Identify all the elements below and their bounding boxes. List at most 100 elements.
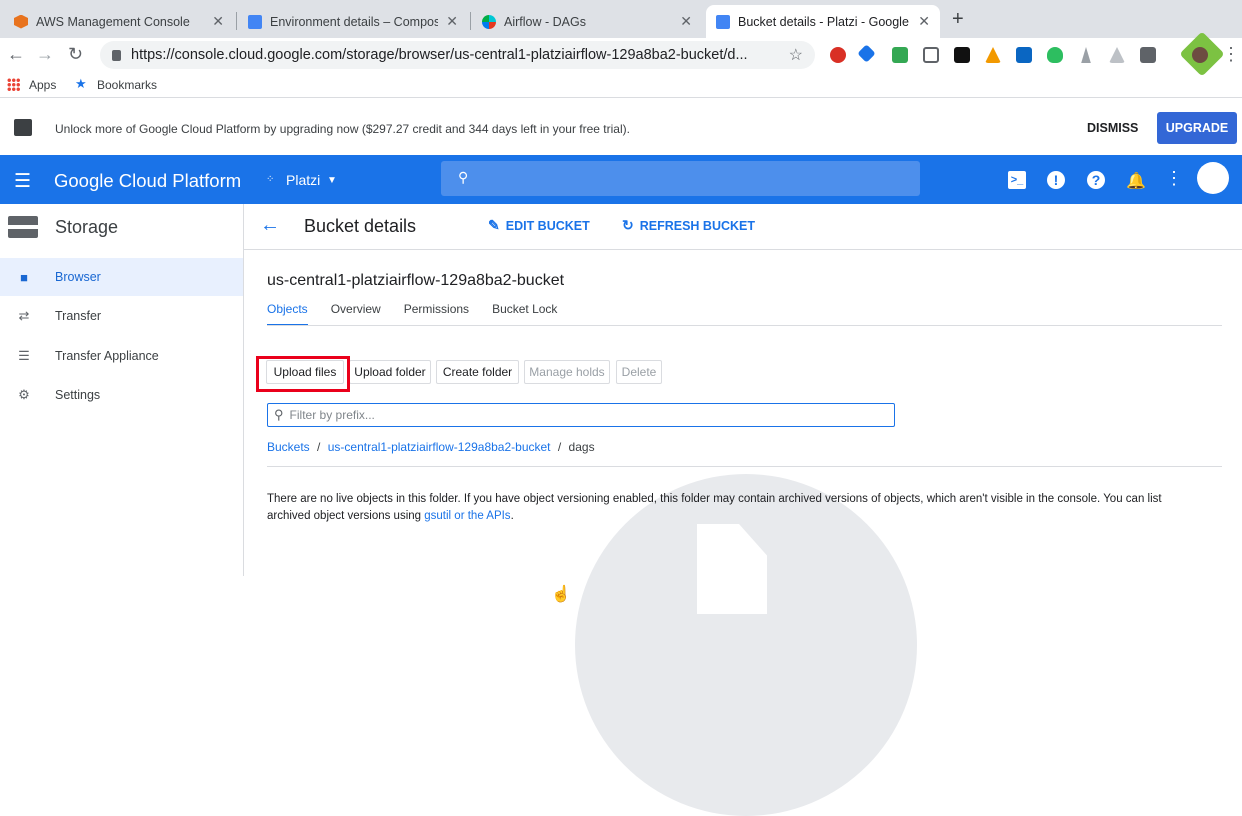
divider bbox=[267, 325, 1222, 326]
browser-tab-airflow[interactable]: Airflow - DAGs ✕ bbox=[472, 5, 702, 38]
browser-tab-strip: AWS Management Console ✕ Environment det… bbox=[0, 0, 1242, 38]
empty-message: There are no live objects in this folder… bbox=[267, 493, 1162, 522]
cloud-shell-icon[interactable]: >_ bbox=[1008, 171, 1026, 189]
browser-toolbar: ← → ↻ https://console.cloud.google.com/s… bbox=[0, 31, 1242, 77]
empty-state-illustration bbox=[575, 474, 917, 816]
back-icon[interactable]: ← bbox=[7, 44, 25, 65]
breadcrumb: Buckets / us-central1-platziairflow-129a… bbox=[267, 440, 595, 454]
account-avatar[interactable] bbox=[1197, 162, 1229, 194]
highlight-box bbox=[256, 356, 350, 392]
manage-holds-button[interactable]: Manage holds bbox=[524, 360, 610, 384]
delete-button[interactable]: Delete bbox=[616, 360, 662, 384]
bucket-icon: ■ bbox=[20, 269, 28, 285]
apps-bookmark[interactable]: Apps bbox=[29, 78, 56, 92]
menu-dots-icon[interactable]: ⋮ bbox=[1222, 44, 1240, 65]
hamburger-menu-icon[interactable]: ☰ bbox=[14, 170, 31, 193]
project-selector[interactable]: Platzi bbox=[286, 172, 320, 188]
bookmark-star-icon[interactable]: ☆ bbox=[789, 45, 803, 65]
search-icon: ⚲ bbox=[274, 407, 284, 422]
avatar[interactable] bbox=[1192, 47, 1208, 63]
browser-tab-aws[interactable]: AWS Management Console ✕ bbox=[4, 5, 234, 38]
tab-divider bbox=[470, 12, 471, 30]
gsutil-link[interactable]: gsutil or the APIs bbox=[424, 510, 510, 522]
close-tab-icon[interactable]: ✕ bbox=[680, 13, 692, 30]
back-arrow-icon[interactable]: ← bbox=[260, 214, 280, 237]
tab-bucket-lock[interactable]: Bucket Lock bbox=[492, 302, 557, 326]
refresh-bucket-button[interactable]: ↻ REFRESH BUCKET bbox=[622, 217, 755, 234]
bookmarks-bar: Apps ★ Bookmarks bbox=[0, 72, 1242, 98]
tab-permissions[interactable]: Permissions bbox=[404, 302, 469, 326]
filter-input[interactable]: ⚲ Filter by prefix... bbox=[267, 403, 895, 427]
close-tab-icon[interactable]: ✕ bbox=[212, 13, 224, 30]
page-title: Bucket details bbox=[304, 216, 417, 236]
gear-icon: ⚙ bbox=[18, 387, 30, 402]
help-icon[interactable]: ? bbox=[1087, 171, 1105, 189]
extension-icon[interactable] bbox=[857, 44, 876, 63]
sidebar: Storage ■ Browser ⇄ Transfer ☰ Transfer … bbox=[0, 204, 244, 576]
tab-overview[interactable]: Overview bbox=[331, 302, 381, 326]
search-icon: ⚲ bbox=[458, 169, 469, 185]
reload-icon[interactable]: ↻ bbox=[68, 44, 83, 65]
list-icon: ☰ bbox=[18, 348, 30, 363]
extension-icon[interactable] bbox=[985, 47, 1001, 63]
search-bar[interactable]: ⚲ bbox=[441, 161, 920, 196]
more-vert-icon[interactable]: ⋮ bbox=[1165, 168, 1183, 188]
star-icon: ★ bbox=[75, 76, 87, 91]
airflow-icon bbox=[482, 14, 496, 29]
tab-divider bbox=[236, 12, 237, 30]
edit-bucket-button[interactable]: ✎ EDIT BUCKET bbox=[488, 217, 590, 234]
chevron-down-icon[interactable]: ▼ bbox=[327, 175, 337, 186]
sidebar-item-settings[interactable]: ⚙ Settings bbox=[0, 376, 243, 414]
pencil-icon: ✎ bbox=[488, 217, 500, 233]
main-content: ← Bucket details ✎ EDIT BUCKET ↻ REFRESH… bbox=[244, 204, 1242, 816]
notifications-alert-icon[interactable]: ! bbox=[1047, 171, 1065, 189]
address-bar[interactable]: https://console.cloud.google.com/storage… bbox=[100, 41, 815, 69]
extension-icon[interactable] bbox=[954, 47, 970, 63]
transfer-icon: ⇄ bbox=[18, 308, 30, 323]
banner-message: Unlock more of Google Cloud Platform by … bbox=[55, 122, 630, 136]
breadcrumb-folder: dags bbox=[568, 440, 595, 454]
composer-icon bbox=[248, 14, 262, 29]
create-folder-button[interactable]: Create folder bbox=[436, 360, 519, 384]
shield-icon[interactable] bbox=[923, 47, 939, 63]
forward-icon[interactable]: → bbox=[36, 44, 54, 65]
aws-icon bbox=[14, 14, 28, 29]
sidebar-item-browser[interactable]: ■ Browser bbox=[0, 258, 243, 296]
upgrade-button[interactable]: UPGRADE bbox=[1157, 112, 1237, 144]
evernote-icon[interactable] bbox=[1047, 47, 1063, 63]
facebook-icon[interactable] bbox=[1140, 47, 1156, 63]
gcp-header: ☰ Google Cloud Platform ⁘ Platzi ▼ ⚲ >_ … bbox=[0, 155, 1242, 204]
gift-icon bbox=[14, 119, 32, 136]
gcp-brand[interactable]: Google Cloud Platform bbox=[54, 170, 241, 192]
browser-tab-composer[interactable]: Environment details – Composer ✕ bbox=[238, 5, 468, 38]
close-tab-icon[interactable]: ✕ bbox=[446, 13, 458, 30]
linkedin-icon[interactable] bbox=[1016, 47, 1032, 63]
extension-icon[interactable] bbox=[1109, 47, 1125, 63]
bell-icon[interactable]: 🔔 bbox=[1126, 171, 1146, 190]
breadcrumb-bucket[interactable]: us-central1-platziairflow-129a8ba2-bucke… bbox=[328, 440, 551, 454]
dismiss-button[interactable]: DISMISS bbox=[1087, 121, 1138, 135]
project-dots-icon: ⁘ bbox=[266, 174, 275, 185]
tab-objects[interactable]: Objects bbox=[267, 302, 308, 326]
upgrade-banner: Unlock more of Google Cloud Platform by … bbox=[0, 99, 1242, 155]
upload-folder-button[interactable]: Upload folder bbox=[349, 360, 431, 384]
refresh-icon: ↻ bbox=[622, 217, 634, 233]
sidebar-item-transfer[interactable]: ⇄ Transfer bbox=[0, 297, 243, 335]
browser-tab-bucket-details[interactable]: Bucket details - Platzi - Google Cloud P… bbox=[706, 5, 940, 38]
storage-icon bbox=[716, 14, 730, 29]
storage-icon bbox=[8, 216, 38, 238]
apps-grid-icon[interactable] bbox=[7, 78, 20, 91]
lock-icon bbox=[112, 49, 121, 61]
sidebar-title: Storage bbox=[55, 217, 119, 237]
breadcrumb-buckets[interactable]: Buckets bbox=[267, 440, 310, 454]
extension-icon[interactable] bbox=[1081, 47, 1091, 63]
sidebar-item-transfer-appliance[interactable]: ☰ Transfer Appliance bbox=[0, 337, 243, 375]
extension-icon[interactable] bbox=[830, 47, 846, 63]
close-tab-icon[interactable]: ✕ bbox=[918, 13, 930, 30]
bucket-name: us-central1-platziairflow-129a8ba2-bucke… bbox=[267, 272, 565, 289]
extension-icon[interactable] bbox=[892, 47, 908, 63]
bookmarks-folder[interactable]: Bookmarks bbox=[97, 78, 157, 92]
file-icon bbox=[697, 524, 767, 614]
bucket-tabs: Objects Overview Permissions Bucket Lock bbox=[267, 302, 580, 326]
new-tab-button[interactable]: + bbox=[952, 8, 964, 31]
